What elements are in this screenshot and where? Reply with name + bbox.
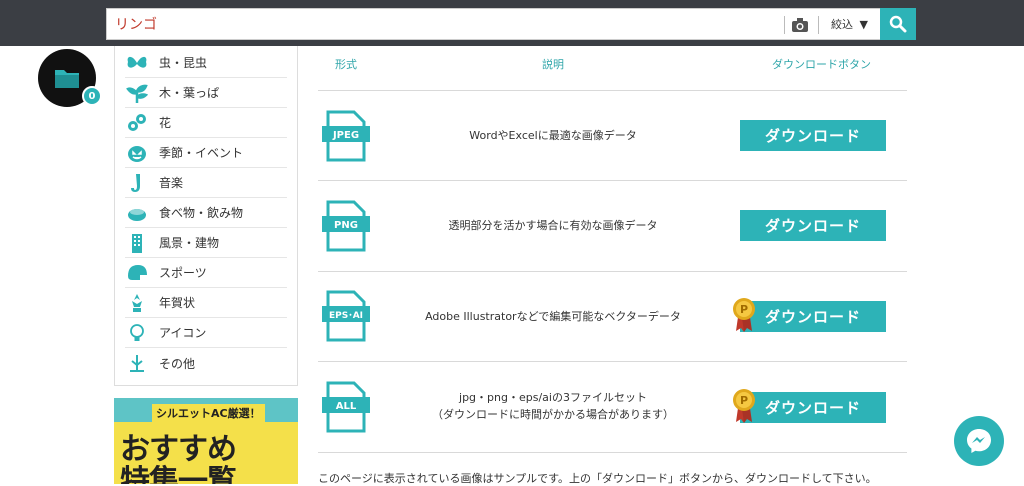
search-button[interactable] [880,8,916,40]
messenger-chat-button[interactable] [954,416,1004,466]
top-bar: 絞込 ▼ [0,0,1024,46]
building-icon [125,232,149,254]
divider [784,16,785,34]
sidebar-item-sports[interactable]: スポーツ [125,258,287,288]
butterfly-icon [125,52,149,74]
new-year-icon [125,292,149,314]
sidebar-item-label: その他 [159,356,196,371]
file-format-label: ALL [336,401,357,412]
camera-search-icon[interactable] [790,16,810,34]
download-eps-ai-button[interactable]: ダウンロード [740,301,886,332]
food-icon [125,202,149,224]
sidebar-item-insects[interactable]: 虫・昆虫 [125,48,287,78]
premium-medal-icon: P [732,388,756,424]
row-divider [318,90,907,91]
png-file-icon: PNG [322,200,370,252]
search-bar: 絞込 ▼ [106,8,916,40]
leaf-icon [125,82,149,104]
sidebar-item-label: 音楽 [159,176,184,190]
header-format: 形式 [335,58,357,71]
eps-ai-file-icon: EPS･AI [322,290,370,342]
download-png-button[interactable]: ダウンロード [740,210,886,241]
svg-text:P: P [740,303,748,316]
sidebar-item-trees[interactable]: 木・葉っぱ [125,78,287,108]
svg-text:P: P [740,394,748,407]
file-format-label: PNG [334,220,358,231]
row-divider [318,180,907,181]
sidebar-item-new-year[interactable]: 年賀状 [125,288,287,318]
filter-label: 絞込 [831,18,853,31]
sidebar-item-other[interactable]: その他 [125,348,287,378]
download-jpeg-button[interactable]: ダウンロード [740,120,886,151]
all-file-icon: ALL [322,381,370,433]
filter-dropdown[interactable]: 絞込 ▼ [831,16,868,32]
sidebar-item-label: 年賀状 [159,296,196,310]
file-format-label: JPEG [332,130,359,141]
sidebar-item-label: スポーツ [159,266,207,280]
sidebar-item-label: アイコン [159,326,207,340]
row-description: WordやExcelに最適な画像データ [469,129,637,142]
row-divider [318,452,907,453]
row-description: Adobe Illustratorなどで編集可能なベクターデータ [425,310,681,323]
helmet-icon [125,262,149,284]
row-divider [318,271,907,272]
download-all-button[interactable]: ダウンロード [740,392,886,423]
folder-icon [55,70,79,88]
row-description-note: （ダウンロードに時間がかかる場合があります） [432,408,674,421]
sidebar-item-scenery[interactable]: 風景・建物 [125,228,287,258]
sidebar-item-flowers[interactable]: 花 [125,108,287,138]
messenger-icon [967,429,991,453]
header-description: 説明 [542,58,564,71]
sidebar-item-food[interactable]: 食べ物・飲み物 [125,198,287,228]
bulb-icon [125,322,149,344]
flower-icon [125,112,149,134]
jpeg-file-icon: JPEG [322,110,370,162]
sidebar-item-label: 虫・昆虫 [159,56,208,70]
sidebar-item-label: 食べ物・飲み物 [159,206,244,220]
chevron-down-icon: ▼ [859,18,868,31]
sidebar-item-label: 風景・建物 [159,236,220,250]
sidebar-item-music[interactable]: 音楽 [125,168,287,198]
featured-banner[interactable]: シルエットAC厳選！ おすすめ 特集一覧 [114,398,298,484]
file-format-label: EPS･AI [329,311,363,321]
row-description: jpg・png・eps/aiの3ファイルセット [459,391,647,404]
sidebar-item-icons[interactable]: アイコン [125,318,287,348]
banner-subtitle: シルエットAC厳選！ [152,404,265,422]
row-description: 透明部分を活かす場合に有効な画像データ [448,219,658,232]
sidebar-item-label: 花 [159,116,172,130]
divider [818,16,819,34]
saxophone-icon [125,172,149,194]
misc-icon [125,352,149,374]
sidebar-item-label: 木・葉っぱ [159,86,220,100]
search-icon [889,15,907,33]
folder-count-badge: 0 [82,86,102,106]
category-sidebar: 虫・昆虫 木・葉っぱ 花 季節・イベント 音楽 食べ物・飲み物 風景・建物 スポ… [114,46,298,386]
row-divider [318,361,907,362]
sidebar-item-label: 季節・イベント [159,146,244,160]
search-input[interactable] [107,9,777,39]
pumpkin-icon [125,142,149,164]
banner-title-2: 特集一覧 [120,464,237,484]
sidebar-item-seasons[interactable]: 季節・イベント [125,138,287,168]
header-download: ダウンロードボタン [772,58,871,71]
premium-medal-icon: P [732,297,756,333]
